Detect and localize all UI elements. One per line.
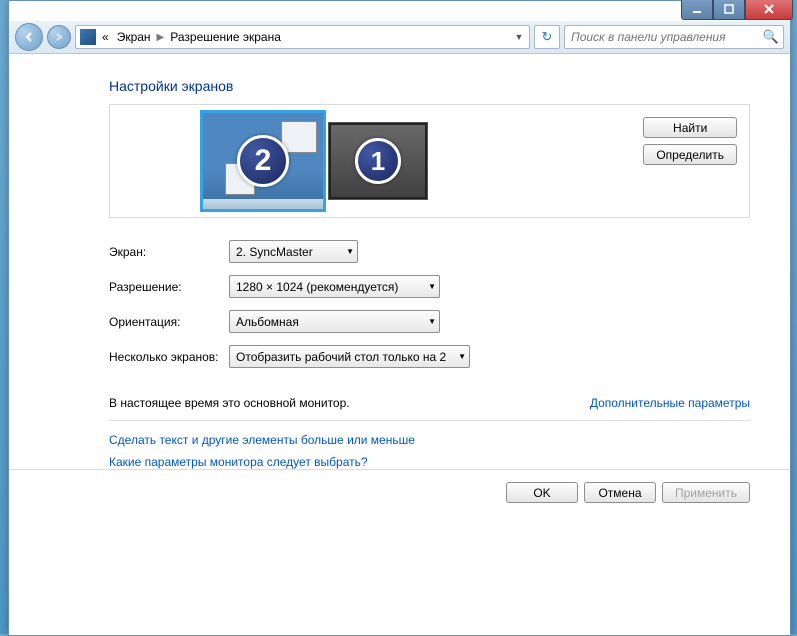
status-row: В настоящее время это основной монитор. … (109, 380, 750, 421)
chevron-down-icon: ▼ (428, 282, 436, 291)
minimize-icon (692, 4, 702, 14)
search-box[interactable]: 🔍 (564, 25, 784, 49)
monitor-2-taskbar (203, 199, 323, 209)
apply-button[interactable]: Применить (662, 482, 750, 503)
resolution-label: Разрешение: (109, 280, 229, 294)
resolution-select[interactable]: 1280 × 1024 (рекомендуется) ▼ (229, 275, 440, 298)
nav-back-button[interactable] (15, 23, 43, 51)
multi-label: Несколько экранов: (109, 350, 229, 364)
titlebar (9, 1, 790, 21)
control-panel-window: « Экран ▶ Разрешение экрана ▼ ↻ 🔍 Настро… (8, 0, 791, 636)
ok-button[interactable]: OK (506, 482, 578, 503)
maximize-button[interactable] (713, 0, 745, 20)
identify-button[interactable]: Определить (643, 144, 737, 165)
chevron-down-icon: ▼ (458, 352, 466, 361)
chevron-down-icon: ▼ (428, 317, 436, 326)
help-links: Сделать текст и другие элементы больше и… (109, 433, 750, 469)
row-multi-displays: Несколько экранов: Отобразить рабочий ст… (109, 345, 750, 368)
monitor-action-buttons: Найти Определить (643, 117, 737, 165)
row-display: Экран: 2. SyncMaster ▼ (109, 240, 750, 263)
monitor-preview-panel: 2 1 Найти Определить (109, 104, 750, 218)
content-area: Настройки экранов 2 1 Найти Определить (9, 54, 790, 540)
orientation-value: Альбомная (236, 315, 299, 329)
page-title: Настройки экранов (109, 78, 750, 94)
arrow-left-icon (23, 31, 35, 43)
breadcrumb[interactable]: « Экран ▶ Разрешение экрана ▼ (75, 25, 530, 49)
close-button[interactable] (745, 0, 793, 20)
multi-value: Отобразить рабочий стол только на 2 (236, 350, 446, 364)
breadcrumb-part-screen[interactable]: Экран (115, 30, 153, 44)
minimize-button[interactable] (681, 0, 713, 20)
nav-forward-button[interactable] (47, 25, 71, 49)
chevron-down-icon: ▼ (346, 247, 354, 256)
primary-monitor-status: В настоящее время это основной монитор. (109, 396, 350, 410)
search-icon[interactable]: 🔍 (763, 29, 779, 45)
window-controls (681, 0, 793, 20)
display-select[interactable]: 2. SyncMaster ▼ (229, 240, 358, 263)
cancel-button[interactable]: Отмена (584, 482, 656, 503)
monitor-1-number: 1 (355, 138, 401, 184)
settings-form: Экран: 2. SyncMaster ▼ Разрешение: 1280 … (109, 240, 750, 368)
breadcrumb-prefix: « (100, 30, 111, 44)
display-value: 2. SyncMaster (236, 245, 313, 259)
close-icon (763, 3, 775, 15)
orientation-label: Ориентация: (109, 315, 229, 329)
refresh-icon: ↻ (542, 29, 553, 45)
row-orientation: Ориентация: Альбомная ▼ (109, 310, 750, 333)
maximize-icon (724, 4, 734, 14)
display-label: Экран: (109, 245, 229, 259)
arrow-right-icon (54, 32, 64, 42)
monitor-1[interactable]: 1 (328, 122, 428, 200)
address-bar: « Экран ▶ Разрешение экрана ▼ ↻ 🔍 (9, 21, 790, 54)
monitor-arrangement[interactable]: 2 1 (200, 110, 428, 212)
search-input[interactable] (569, 29, 763, 45)
monitor-icon (80, 29, 96, 45)
resolution-value: 1280 × 1024 (рекомендуется) (236, 280, 398, 294)
advanced-settings-link[interactable]: Дополнительные параметры (590, 396, 750, 410)
mini-window-icon (281, 121, 317, 153)
which-settings-link[interactable]: Какие параметры монитора следует выбрать… (109, 455, 750, 469)
row-resolution: Разрешение: 1280 × 1024 (рекомендуется) … (109, 275, 750, 298)
breadcrumb-dropdown-icon[interactable]: ▼ (511, 32, 527, 42)
refresh-button[interactable]: ↻ (534, 25, 560, 49)
monitor-2[interactable]: 2 (200, 110, 326, 212)
multi-displays-select[interactable]: Отобразить рабочий стол только на 2 ▼ (229, 345, 470, 368)
text-size-link[interactable]: Сделать текст и другие элементы больше и… (109, 433, 750, 447)
breadcrumb-part-resolution[interactable]: Разрешение экрана (168, 30, 283, 44)
find-button[interactable]: Найти (643, 117, 737, 138)
monitor-2-number: 2 (237, 135, 289, 187)
chevron-right-icon: ▶ (157, 32, 165, 43)
dialog-footer: OK Отмена Применить (9, 469, 790, 515)
orientation-select[interactable]: Альбомная ▼ (229, 310, 440, 333)
